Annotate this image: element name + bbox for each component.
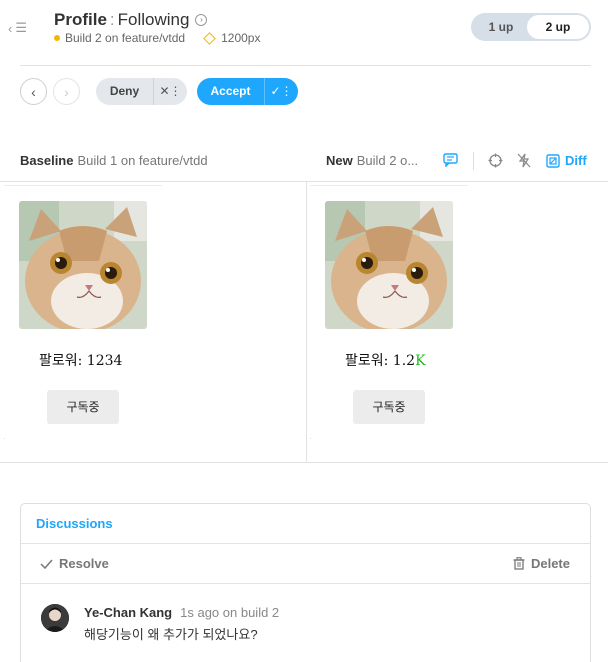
strobe-off-icon[interactable] — [517, 153, 531, 173]
baseline-profile-image — [19, 201, 147, 329]
resolve-button[interactable]: Resolve — [40, 556, 109, 571]
list-icon: ☰ — [15, 20, 27, 35]
diff-label: Diff — [565, 153, 587, 168]
snapshot-corner — [4, 438, 5, 439]
accept-button[interactable]: Accept — [197, 78, 264, 105]
build-label: Build 2 on feature/vtdd — [65, 31, 186, 45]
next-button[interactable]: › — [53, 78, 80, 105]
component-name: Profile — [54, 10, 107, 29]
new-label: New — [326, 153, 353, 168]
snapshot-corner — [310, 438, 311, 439]
discussions-title: Discussions — [21, 504, 590, 544]
delete-button[interactable]: Delete — [513, 556, 570, 571]
chevron-right-icon: › — [64, 83, 69, 100]
followers-count: 팔로워: 1.2K — [345, 353, 426, 369]
divider — [20, 65, 591, 66]
baseline-header: Baseline Build 1 on feature/vtdd — [20, 153, 208, 168]
subscribe-button: 구독중 — [47, 390, 119, 424]
build-info: Build 2 on feature/vtdd 1200px — [54, 31, 260, 45]
avatar — [41, 604, 69, 632]
comment-meta: 1s ago on build 2 — [180, 605, 280, 620]
chevron-left-icon: ‹ — [8, 20, 13, 36]
story-name: Following — [117, 10, 190, 29]
discussion-actions: Resolve Delete — [21, 544, 590, 584]
check-list-icon: ✓⋮ — [270, 84, 293, 98]
comment-header: Ye-Chan Kang 1s ago on build 2 — [84, 605, 279, 620]
divider — [0, 181, 608, 182]
deny-button-group: Deny ✕⋮ — [96, 78, 187, 105]
comment-author: Ye-Chan Kang — [84, 605, 173, 620]
new-header: New Build 2 o... — [326, 153, 418, 168]
chevron-left-icon: ‹ — [31, 83, 36, 100]
diff-icon — [546, 153, 560, 168]
crosshair-icon[interactable] — [488, 153, 503, 173]
deny-button[interactable]: Deny — [96, 78, 153, 105]
x-list-icon: ✕⋮ — [159, 84, 182, 98]
page-title: Profile : Following › — [54, 10, 208, 30]
viewport-label: 1200px — [221, 31, 261, 45]
previous-button[interactable]: ‹ — [20, 78, 47, 105]
subscribe-button: 구독중 — [353, 390, 425, 424]
trash-icon — [513, 557, 525, 570]
back-button[interactable]: ‹ ☰ — [8, 18, 34, 38]
diamond-icon — [203, 31, 216, 45]
comment-icon[interactable] — [443, 153, 458, 170]
comment-text: 해당기능이 왜 추가가 되었나요? — [84, 627, 258, 642]
diff-toggle[interactable]: Diff — [546, 153, 587, 168]
followers-count: 팔로워: 1234 — [39, 353, 123, 369]
divider — [0, 462, 608, 463]
baseline-label: Baseline — [20, 153, 74, 168]
accept-button-group: Accept ✓⋮ — [197, 78, 298, 105]
accept-options-button[interactable]: ✓⋮ — [264, 78, 298, 105]
check-icon — [40, 559, 53, 569]
two-up-toggle[interactable]: 2 up — [527, 15, 589, 39]
new-build: Build 2 o... — [356, 153, 419, 168]
snapshot-edge — [4, 185, 162, 186]
deny-options-button[interactable]: ✕⋮ — [153, 78, 187, 105]
diff-highlight: K — [415, 353, 426, 369]
layout-toggle: 1 up 2 up — [471, 13, 591, 41]
one-up-toggle[interactable]: 1 up — [471, 13, 531, 41]
status-dot-icon — [54, 35, 60, 41]
new-profile-image — [325, 201, 453, 329]
baseline-build: Build 1 on feature/vtdd — [77, 153, 208, 168]
column-divider — [306, 182, 307, 463]
arrow-right-circle-icon[interactable]: › — [195, 14, 208, 26]
separator — [473, 152, 474, 170]
snapshot-edge — [310, 185, 468, 186]
